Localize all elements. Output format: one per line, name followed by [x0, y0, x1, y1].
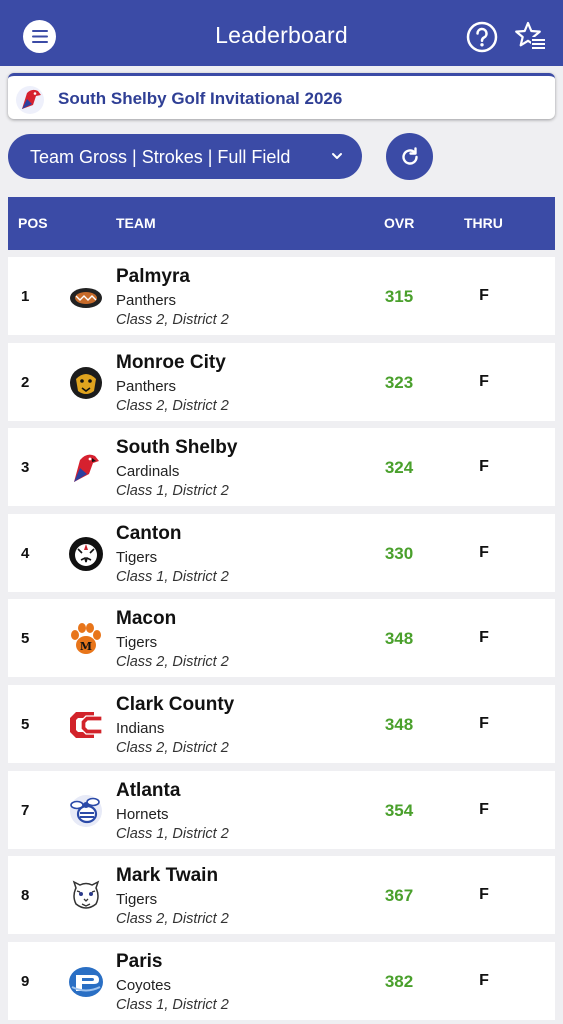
refresh-button[interactable]	[386, 133, 433, 180]
table-row[interactable]: 7 Atlanta Hornets Class 1, District 2 35…	[8, 771, 555, 849]
team-division: Class 1, District 2	[116, 569, 229, 585]
paw-logo: M	[71, 623, 101, 654]
overall-score: 330	[384, 544, 414, 563]
team-division: Class 1, District 2	[116, 997, 229, 1013]
team-mascot: Panthers	[116, 378, 177, 395]
overall-score: 354	[384, 801, 414, 820]
team-name: Macon	[116, 608, 177, 629]
favorites-list-button[interactable]	[514, 20, 548, 54]
team-mascot: Tigers	[116, 634, 158, 651]
team-division: Class 2, District 2	[116, 911, 229, 927]
thru-status: F	[479, 801, 489, 818]
overall-score: 348	[384, 715, 414, 734]
team-mascot: Hornets	[116, 806, 169, 823]
table-row[interactable]: 3 South Shelby Cardinals Class 1, Distri…	[8, 428, 555, 506]
row-position: 9	[21, 973, 30, 990]
column-header-ovr[interactable]: OVR	[384, 215, 414, 231]
row-position: 1	[21, 288, 30, 305]
team-name: Paris	[116, 951, 163, 972]
team-division: Class 1, District 2	[116, 483, 229, 499]
team-name: Monroe City	[116, 352, 226, 373]
team-mascot: Tigers	[116, 891, 158, 908]
table-row[interactable]: 9 Paris Coyotes Class 1, District 2 382 …	[8, 942, 555, 1020]
table-row[interactable]: 4 Canton Tigers Class 1, District 2 330 …	[8, 514, 555, 592]
team-name: South Shelby	[116, 437, 238, 458]
thru-status: F	[479, 287, 489, 304]
table-row[interactable]: 5 M Macon Tigers Class 2, District 2 348…	[8, 599, 555, 677]
team-mascot: Panthers	[116, 292, 177, 309]
thru-status: F	[479, 373, 489, 390]
team-name: Atlanta	[116, 780, 181, 801]
team-name: Palmyra	[116, 266, 190, 287]
thru-status: F	[479, 715, 489, 732]
overall-score: 324	[384, 458, 414, 477]
table-row[interactable]: 5 Clark County Indians Class 2, District…	[8, 685, 555, 763]
overall-score: 348	[384, 629, 414, 648]
event-title: South Shelby Golf Invitational 2026	[58, 89, 343, 108]
tiger-logo	[72, 880, 100, 909]
svg-text:M: M	[80, 640, 92, 653]
panther-logo	[70, 288, 102, 308]
team-mascot: Tigers	[116, 549, 158, 566]
star-list-icon	[515, 21, 546, 51]
thru-status: F	[479, 629, 489, 646]
team-division: Class 2, District 2	[116, 740, 229, 756]
thru-status: F	[479, 458, 489, 475]
cc-logo	[70, 712, 103, 738]
overall-score: 382	[384, 972, 414, 991]
chevron-down-icon	[332, 153, 342, 159]
row-position: 3	[21, 459, 30, 476]
filter-label: Team Gross | Strokes | Full Field	[30, 147, 291, 167]
row-position: 5	[21, 716, 30, 733]
table-row[interactable]: 1 Palmyra Panthers Class 2, District 2 3…	[8, 257, 555, 335]
view-filter-dropdown[interactable]: Team Gross | Strokes | Full Field	[8, 134, 362, 179]
hornet-logo	[70, 795, 102, 827]
table-row[interactable]: 2 Monroe City Panthers Class 2, District…	[8, 343, 555, 421]
team-division: Class 1, District 2	[116, 826, 229, 842]
column-header-team[interactable]: TEAM	[116, 215, 156, 231]
thru-status: F	[479, 544, 489, 561]
help-icon	[466, 21, 498, 53]
column-header-pos[interactable]: POS	[18, 215, 48, 231]
event-card[interactable]: South Shelby Golf Invitational 2026	[8, 73, 555, 119]
team-name: Canton	[116, 523, 182, 544]
team-name: Mark Twain	[116, 865, 219, 886]
row-position: 2	[21, 374, 30, 391]
overall-score: 323	[384, 373, 414, 392]
team-division: Class 2, District 2	[116, 312, 229, 328]
team-division: Class 2, District 2	[116, 398, 229, 414]
panther-logo	[70, 367, 102, 399]
top-bar: Leaderboard	[0, 0, 563, 66]
tiger-logo	[69, 537, 103, 571]
overall-score: 315	[384, 287, 414, 306]
team-mascot: Coyotes	[116, 977, 172, 994]
overall-score: 367	[384, 886, 414, 905]
help-button[interactable]	[466, 21, 498, 53]
refresh-icon	[401, 146, 418, 165]
team-division: Class 2, District 2	[116, 654, 229, 670]
thru-status: F	[479, 886, 489, 903]
row-position: 4	[21, 545, 30, 562]
row-position: 7	[21, 802, 30, 819]
row-position: 5	[21, 630, 30, 647]
row-position: 8	[21, 887, 30, 904]
team-mascot: Indians	[116, 720, 165, 737]
table-row[interactable]: 8 Mark Twain Tigers Class 2, District 2 …	[8, 856, 555, 934]
table-header: POS TEAM OVR THRU	[8, 197, 555, 250]
thru-status: F	[479, 972, 489, 989]
cardinal-logo	[74, 454, 99, 482]
team-name: Clark County	[116, 694, 235, 715]
coyote-logo	[69, 967, 103, 997]
cardinal-logo	[16, 86, 44, 114]
team-mascot: Cardinals	[116, 463, 180, 480]
column-header-thru[interactable]: THRU	[464, 215, 503, 231]
